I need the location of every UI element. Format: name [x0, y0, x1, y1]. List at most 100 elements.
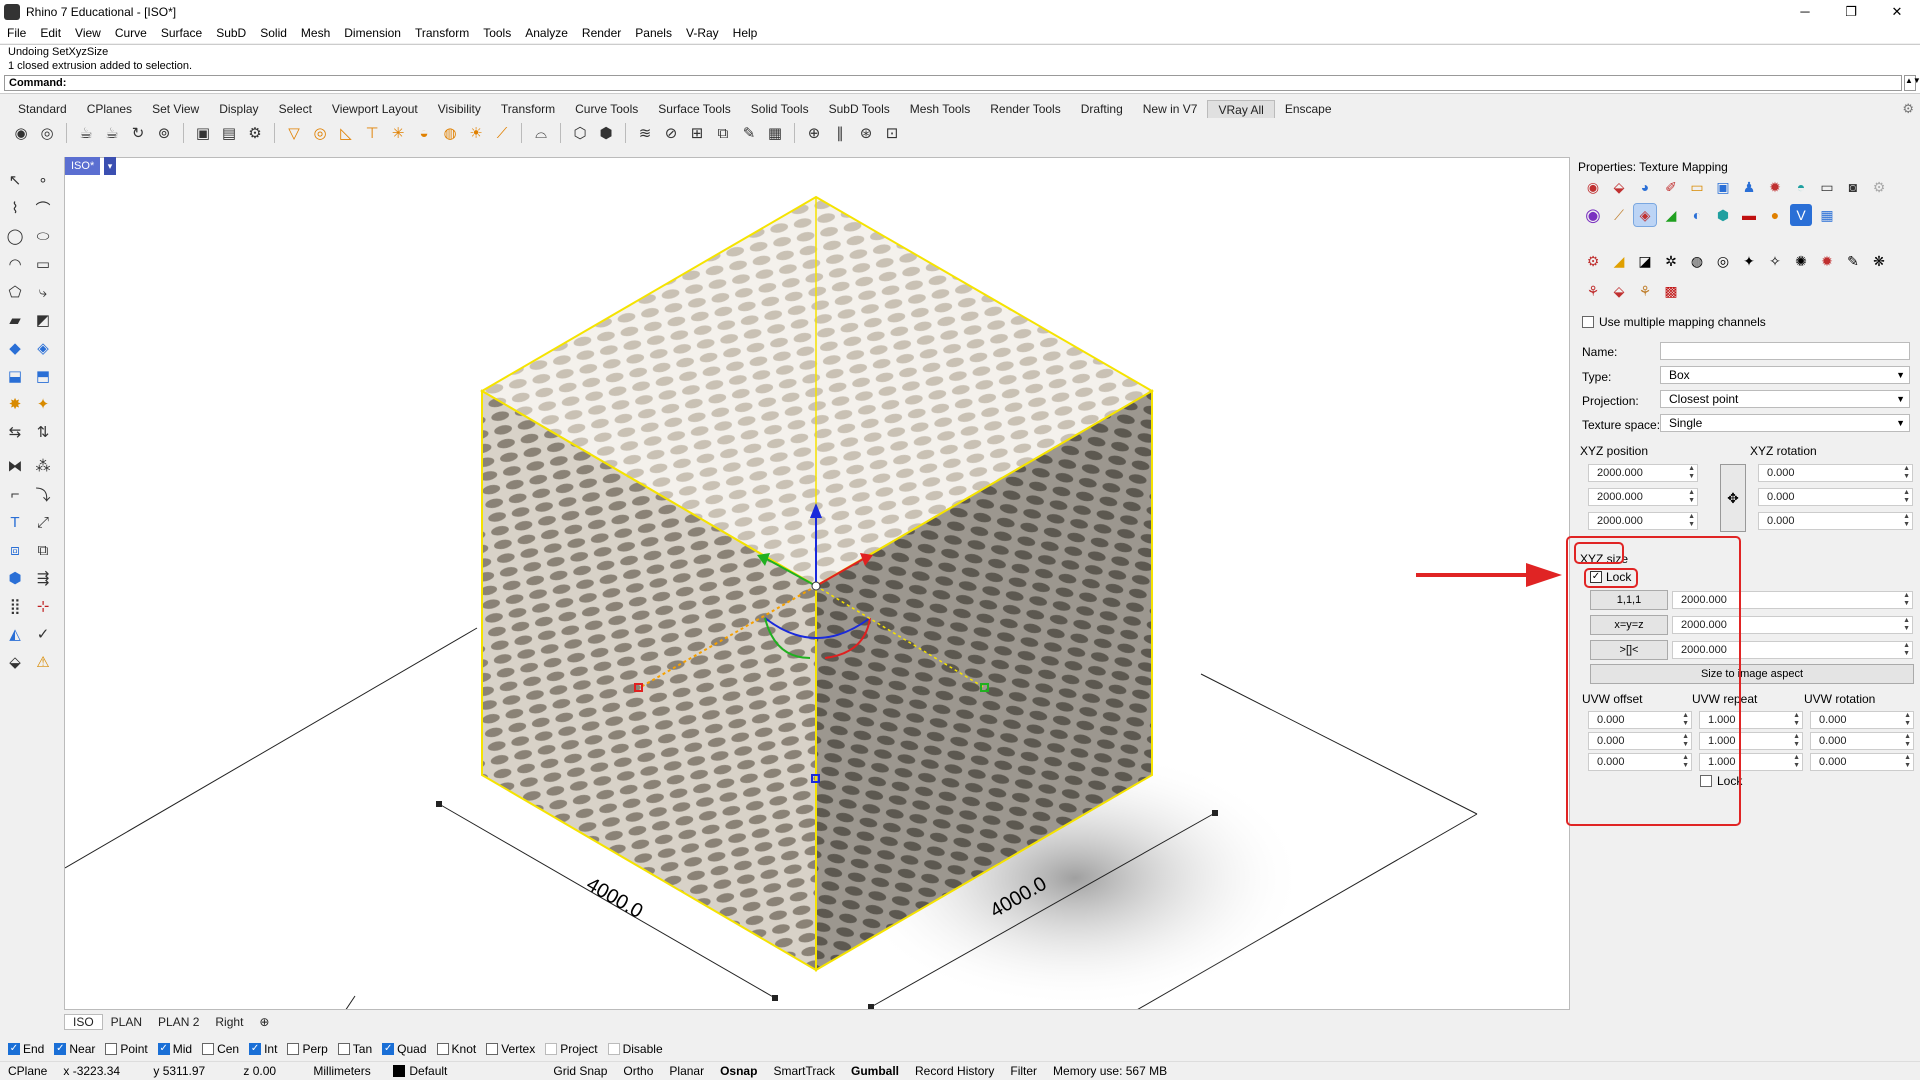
- gumball-origin[interactable]: [811, 581, 821, 591]
- minimize-button[interactable]: ─: [1782, 0, 1828, 23]
- bell-icon[interactable]: ♟: [1738, 176, 1760, 198]
- checkbox-icon[interactable]: ✓: [157, 1043, 170, 1055]
- tab-drafting[interactable]: Drafting: [1071, 100, 1133, 118]
- curve-cv-icon[interactable]: ⌒: [32, 197, 54, 219]
- boolean-icon[interactable]: ◈: [32, 337, 54, 359]
- circle-icon[interactable]: ◯: [4, 225, 26, 247]
- spinner-arrows-icon[interactable]: ▲ ▼: [1904, 754, 1911, 770]
- osnap-cen[interactable]: Cen: [202, 1042, 239, 1056]
- rect-light-icon[interactable]: ◺: [335, 122, 357, 144]
- menu-subd[interactable]: SubD: [209, 26, 253, 40]
- checkbox-icon[interactable]: [287, 1043, 300, 1055]
- point-icon[interactable]: ∘: [32, 169, 54, 191]
- group-icon[interactable]: ⧈: [4, 539, 26, 561]
- camera-icon[interactable]: ◙: [1842, 176, 1864, 198]
- vptab-iso[interactable]: ISO: [64, 1014, 103, 1030]
- tab-set-view[interactable]: Set View: [142, 100, 209, 118]
- add-viewport-tab-icon[interactable]: ⊕: [251, 1015, 277, 1029]
- mapping-paint-icon[interactable]: ✎: [1842, 250, 1864, 272]
- menu-mesh[interactable]: Mesh: [294, 26, 337, 40]
- spinner-arrows-icon[interactable]: ▲ ▼: [1793, 733, 1800, 749]
- menu-dimension[interactable]: Dimension: [337, 26, 408, 40]
- menu-panels[interactable]: Panels: [628, 26, 679, 40]
- ies-light-icon[interactable]: ⊤: [361, 122, 383, 144]
- uvw-rotation-w[interactable]: 0.000 ▲ ▼: [1810, 753, 1914, 771]
- checkbox-icon[interactable]: ✓: [382, 1043, 395, 1055]
- extrude-icon[interactable]: ⬓: [4, 365, 26, 387]
- light-icon[interactable]: ⚠: [32, 651, 54, 673]
- dome-light-icon[interactable]: ◒: [413, 122, 435, 144]
- color-wheel-icon[interactable]: ◉: [1582, 176, 1604, 198]
- spinner-arrows-icon[interactable]: ▲ ▼: [1688, 489, 1695, 505]
- asset-editor-icon[interactable]: ▤: [218, 122, 240, 144]
- osnap-project[interactable]: Project: [545, 1042, 598, 1056]
- xyz-position-y[interactable]: 2000.000 ▲ ▼: [1588, 488, 1698, 506]
- spinner-arrows-icon[interactable]: ▲ ▼: [1903, 489, 1910, 505]
- status-units[interactable]: Millimeters: [305, 1064, 385, 1078]
- mapping-unwrap-icon[interactable]: ⚙: [1582, 250, 1604, 272]
- solid-tools-icon[interactable]: ⬒: [32, 365, 54, 387]
- frame-buffer-icon[interactable]: ▣: [192, 122, 214, 144]
- fillet-icon[interactable]: ⌐: [4, 483, 26, 505]
- mapping-ocs-icon[interactable]: ✺: [1790, 250, 1812, 272]
- polyline-icon[interactable]: ⌇: [4, 197, 26, 219]
- osnap-vertex[interactable]: Vertex: [486, 1042, 535, 1056]
- spinner-arrows-icon[interactable]: ▲ ▼: [1793, 712, 1800, 728]
- spinner-arrows-icon[interactable]: ▲ ▼: [1688, 513, 1695, 529]
- maximize-button[interactable]: ❐: [1828, 0, 1874, 23]
- close-button[interactable]: ✕: [1874, 0, 1920, 23]
- menu-file[interactable]: File: [0, 26, 33, 40]
- grid-icon[interactable]: ▦: [764, 122, 786, 144]
- mapping-duck-icon[interactable]: ◢: [1608, 250, 1630, 272]
- status-record-history[interactable]: Record History: [907, 1064, 1002, 1078]
- spot-light-icon[interactable]: ▽: [283, 122, 305, 144]
- arc-icon[interactable]: ◠: [4, 253, 26, 275]
- projection-select[interactable]: Closest point ▼: [1660, 390, 1910, 408]
- viewport-menu-arrow-icon[interactable]: ▾: [104, 157, 116, 175]
- tab-render-tools[interactable]: Render Tools: [980, 100, 1071, 118]
- mapping-extra-icon[interactable]: ❋: [1868, 250, 1890, 272]
- curve-tools-icon[interactable]: ⤷: [32, 281, 54, 303]
- type-select[interactable]: Box ▼: [1660, 366, 1910, 384]
- refresh-icon[interactable]: ↻: [127, 122, 149, 144]
- spinner-arrows-icon[interactable]: ▲ ▼: [1903, 513, 1910, 529]
- multi-channel-row[interactable]: Use multiple mapping channels: [1582, 315, 1766, 329]
- sun-light-icon[interactable]: ☀: [465, 122, 487, 144]
- explode-icon[interactable]: ⁂: [32, 455, 54, 477]
- checkbox-icon[interactable]: [202, 1043, 215, 1055]
- object-icon[interactable]: ⬢: [1712, 204, 1734, 226]
- osnap-int[interactable]: ✓ Int: [249, 1042, 277, 1056]
- texture-mapping-icon[interactable]: ◈: [1633, 203, 1657, 227]
- checkbox-icon[interactable]: [486, 1043, 499, 1055]
- vptab-right[interactable]: Right: [207, 1015, 251, 1029]
- spinner-arrows-icon[interactable]: ▲ ▼: [1904, 712, 1911, 728]
- mapping-surface-icon[interactable]: ◪: [1634, 250, 1656, 272]
- menu-solid[interactable]: Solid: [253, 26, 294, 40]
- xyz-position-z[interactable]: 2000.000 ▲ ▼: [1588, 512, 1698, 530]
- render-icon[interactable]: ⬙: [4, 651, 26, 673]
- array-icon[interactable]: ⣿: [4, 595, 26, 617]
- text-icon[interactable]: T: [4, 511, 26, 533]
- iso-viewport[interactable]: 4000.0 4000.0: [64, 157, 1570, 1010]
- uvw-rotation-u[interactable]: 0.000 ▲ ▼: [1810, 711, 1914, 729]
- mapping-planar-icon[interactable]: ✲: [1660, 250, 1682, 272]
- tab-transform[interactable]: Transform: [491, 100, 565, 118]
- rhino-icon[interactable]: ◐: [1686, 204, 1708, 226]
- mesh-tools-icon[interactable]: ✦: [32, 393, 54, 415]
- check-icon[interactable]: ✓: [32, 623, 54, 645]
- omni-light-icon[interactable]: ✳: [387, 122, 409, 144]
- vptab-plan[interactable]: PLAN: [103, 1015, 150, 1029]
- status-filter[interactable]: Filter: [1002, 1064, 1045, 1078]
- xyz-position-x[interactable]: 2000.000 ▲ ▼: [1588, 464, 1698, 482]
- checkbox-icon[interactable]: [337, 1043, 350, 1055]
- object-color-icon[interactable]: ◉: [1582, 204, 1604, 226]
- vray-icon[interactable]: V: [1790, 204, 1812, 226]
- osnap-disable[interactable]: Disable: [607, 1042, 663, 1056]
- status-ortho[interactable]: Ortho: [615, 1064, 661, 1078]
- proxy-export-icon[interactable]: ⬢: [595, 122, 617, 144]
- block-icon[interactable]: ⧉: [32, 539, 54, 561]
- mapping-cylindrical-icon[interactable]: ◍: [1686, 250, 1708, 272]
- status-gumball[interactable]: Gumball: [843, 1064, 907, 1078]
- proxy-icon[interactable]: ⬡: [569, 122, 591, 144]
- tab-surface-tools[interactable]: Surface Tools: [648, 100, 741, 118]
